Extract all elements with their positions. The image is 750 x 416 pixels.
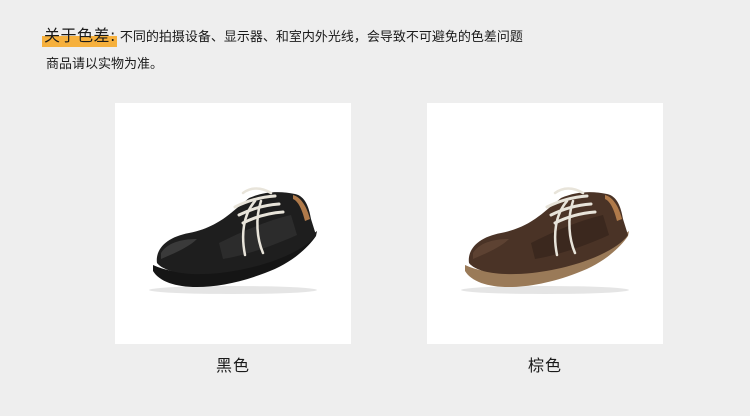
brown-sneaker-image: [461, 187, 629, 294]
product-card-black[interactable]: [115, 103, 351, 344]
variant-label-black: 黑色: [215, 356, 250, 375]
notice-text-second-line: 商品请以实物为准。: [46, 57, 164, 72]
variant-label-brown: 棕色: [527, 356, 562, 375]
notice-label-wrap: 关于色差:: [42, 22, 117, 50]
notice-label: 关于色差:: [44, 26, 116, 45]
notice-first-line: 关于色差: 不同的拍摄设备、显示器、和室内外光线，会导致不可避免的色差问题: [42, 22, 704, 50]
black-sneaker-image: [149, 187, 317, 294]
color-difference-notice: 关于色差: 不同的拍摄设备、显示器、和室内外光线，会导致不可避免的色差问题 商品…: [42, 22, 704, 78]
product-card-brown[interactable]: [427, 103, 663, 344]
notice-text: 不同的拍摄设备、显示器、和室内外光线，会导致不可避免的色差问题: [119, 30, 523, 45]
